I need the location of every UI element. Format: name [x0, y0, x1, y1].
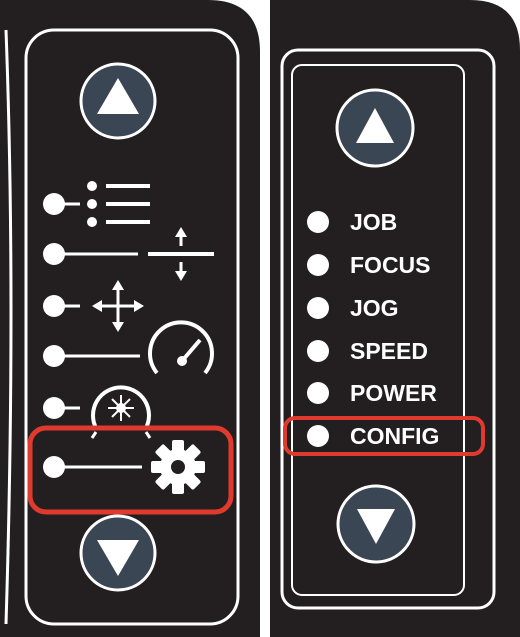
right-up-button[interactable]	[335, 88, 415, 168]
config-gear-icon	[151, 440, 205, 494]
led-indicator	[307, 211, 329, 233]
led-indicator	[307, 425, 329, 447]
job-list-icon	[87, 181, 150, 227]
keypad-comparison: JOB FOCUS JOG SPEED POWER CONFIG	[0, 0, 520, 637]
menu-label-speed: SPEED	[350, 338, 428, 364]
led-indicator	[43, 243, 65, 265]
left-up-button[interactable]	[79, 62, 157, 140]
led-indicator	[307, 297, 329, 319]
menu-label-config: CONFIG	[350, 423, 439, 449]
led-indicator	[307, 254, 329, 276]
menu-label-job: JOB	[350, 209, 397, 235]
right-row-job[interactable]: JOB	[307, 209, 397, 235]
led-indicator	[43, 295, 65, 317]
led-indicator	[43, 397, 65, 419]
left-keypad-panel	[0, 0, 260, 637]
menu-label-jog: JOG	[350, 295, 399, 321]
led-indicator	[43, 456, 65, 478]
menu-label-power: POWER	[350, 380, 437, 406]
left-down-button[interactable]	[79, 514, 157, 592]
right-row-jog[interactable]: JOG	[307, 295, 399, 321]
led-indicator	[307, 340, 329, 362]
led-indicator	[43, 193, 65, 215]
right-down-button[interactable]	[336, 484, 416, 564]
led-indicator	[43, 345, 65, 367]
led-indicator	[307, 382, 329, 404]
menu-label-focus: FOCUS	[350, 252, 431, 278]
right-keypad-panel: JOB FOCUS JOG SPEED POWER CONFIG	[270, 0, 520, 637]
